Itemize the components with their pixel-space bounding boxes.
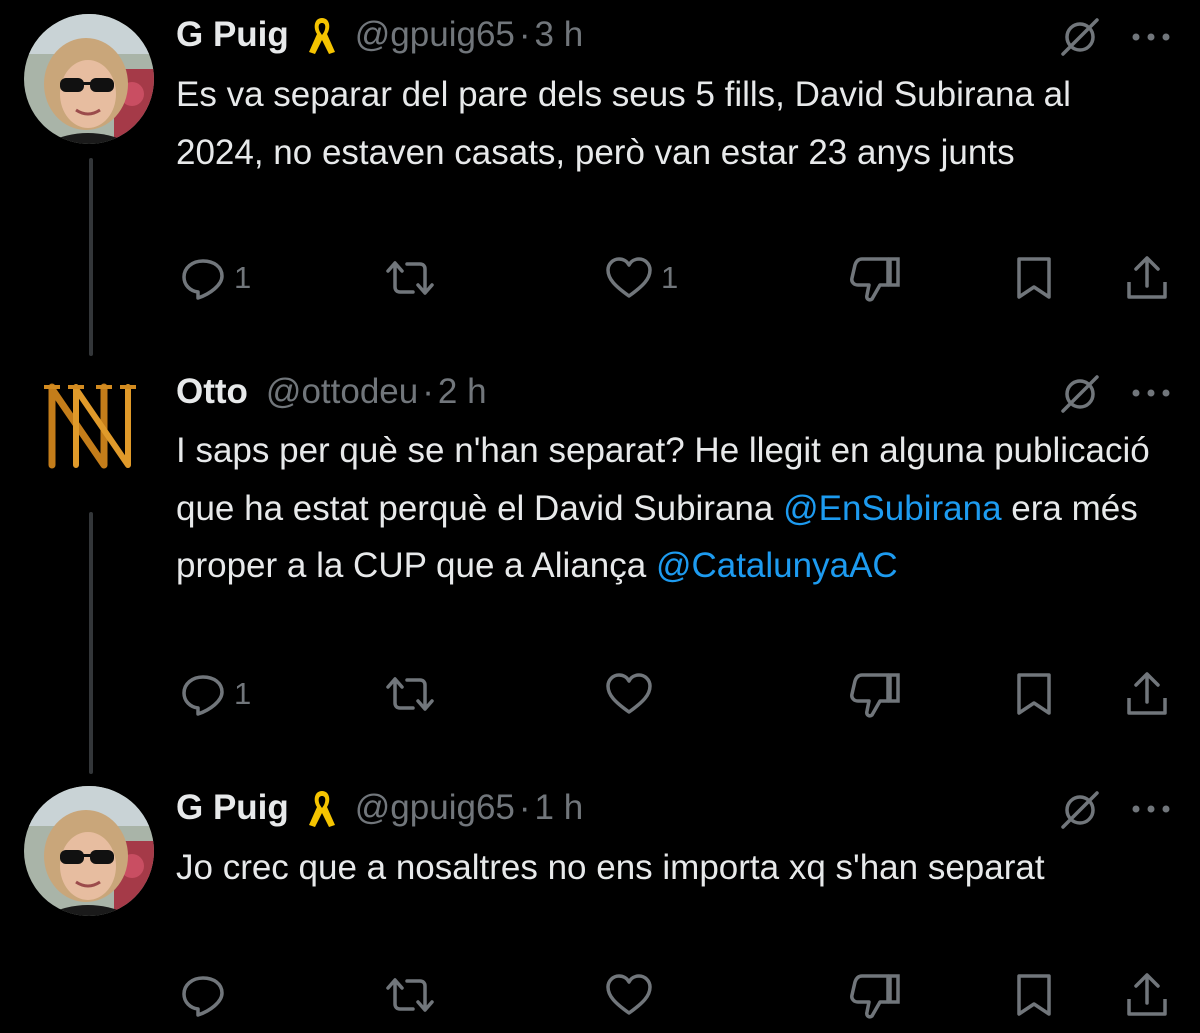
share-icon: [1127, 973, 1167, 1016]
like-button[interactable]: [605, 970, 661, 1020]
user-handle[interactable]: @gpuig65: [355, 788, 515, 828]
bookmark-icon: [1017, 673, 1051, 715]
more-icon[interactable]: [1128, 801, 1174, 817]
bookmark-button[interactable]: [1013, 253, 1055, 303]
more-icon[interactable]: [1128, 29, 1174, 45]
dislike-icon: [850, 974, 900, 1019]
tweet-actions: 1 1: [0, 253, 1200, 303]
grok-icon[interactable]: [1057, 14, 1103, 60]
reply-icon: [182, 259, 224, 300]
repost-icon: [386, 978, 434, 1012]
reply-icon: [182, 976, 224, 1017]
like-button[interactable]: [605, 669, 661, 719]
dislike-icon: [850, 673, 900, 718]
user-handle[interactable]: @gpuig65: [355, 15, 515, 55]
timestamp[interactable]: 3 h: [535, 15, 584, 55]
repost-button[interactable]: [385, 669, 435, 719]
share-button[interactable]: [1124, 669, 1170, 719]
dislike-button[interactable]: [850, 669, 902, 719]
like-icon: [606, 974, 652, 1015]
reply-count: 1: [234, 676, 252, 711]
like-icon: [606, 673, 652, 714]
avatar-photo: [24, 14, 154, 144]
like-count: 1: [661, 260, 679, 295]
tweet-1[interactable]: G Puig @gpuig65 · 3 h Es va separar del …: [0, 0, 1200, 350]
grok-icon[interactable]: [1057, 371, 1103, 417]
yellow-ribbon-icon: [308, 791, 335, 827]
mention-link[interactable]: @EnSubirana: [783, 489, 1001, 528]
separator-dot: ·: [422, 372, 434, 411]
like-button[interactable]: 1: [605, 253, 678, 303]
avatar[interactable]: [24, 786, 154, 916]
tweet-actions: 1: [0, 669, 1200, 719]
user-handle[interactable]: @ottodeu: [266, 372, 418, 412]
share-button[interactable]: [1124, 253, 1170, 303]
separator-dot: ·: [518, 788, 531, 827]
repost-button[interactable]: [385, 253, 435, 303]
dislike-icon: [850, 257, 900, 302]
avatar[interactable]: [24, 14, 154, 144]
bookmark-icon: [1017, 257, 1051, 299]
display-name[interactable]: G Puig: [176, 15, 289, 55]
avatar-photo: [24, 786, 154, 916]
bookmark-button[interactable]: [1013, 970, 1055, 1020]
tweet-header: G Puig @gpuig65 · 1 h: [176, 788, 583, 828]
bookmark-button[interactable]: [1013, 669, 1055, 719]
reply-button[interactable]: 1: [180, 669, 251, 719]
reply-button[interactable]: 1: [180, 253, 251, 303]
grok-icon[interactable]: [1057, 787, 1103, 833]
reply-icon: [182, 675, 224, 716]
tweet-2[interactable]: Otto @ottodeu · 2 h I saps per què se n'…: [0, 355, 1200, 765]
yellow-ribbon-icon: [308, 18, 335, 54]
tweet-text: Es va separar del pare dels seus 5 fills…: [176, 75, 1071, 172]
repost-button[interactable]: [385, 970, 435, 1020]
more-icon[interactable]: [1128, 385, 1174, 401]
golden-n-logo-avatar[interactable]: [30, 367, 150, 487]
display-name[interactable]: Otto: [176, 372, 248, 412]
mention-link[interactable]: @CatalunyaAC: [656, 546, 898, 585]
share-button[interactable]: [1124, 970, 1170, 1020]
dislike-button[interactable]: [850, 253, 902, 303]
bookmark-icon: [1017, 974, 1051, 1016]
repost-icon: [386, 677, 434, 711]
like-icon: [606, 257, 652, 298]
separator-dot: ·: [518, 15, 531, 54]
tweet-text: I saps per què se n'han separat? He lleg…: [176, 422, 1166, 595]
dislike-button[interactable]: [850, 970, 902, 1020]
tweet-header: G Puig @gpuig65 · 3 h: [176, 15, 583, 55]
tweet-header: Otto @ottodeu · 2 h: [176, 372, 487, 412]
reply-button[interactable]: [180, 970, 234, 1020]
repost-icon: [386, 261, 434, 295]
tweet-3[interactable]: G Puig @gpuig65 · 1 h Jo crec que a nosa…: [0, 770, 1200, 1033]
reply-count: 1: [234, 260, 252, 295]
tweet-actions: [0, 970, 1200, 1020]
display-name[interactable]: G Puig: [176, 788, 289, 828]
share-icon: [1127, 256, 1167, 299]
timestamp[interactable]: 1 h: [535, 788, 584, 828]
timestamp[interactable]: 2 h: [438, 372, 487, 412]
share-icon: [1127, 672, 1167, 715]
tweet-text: Jo crec que a nosaltres no ens importa x…: [176, 848, 1045, 887]
